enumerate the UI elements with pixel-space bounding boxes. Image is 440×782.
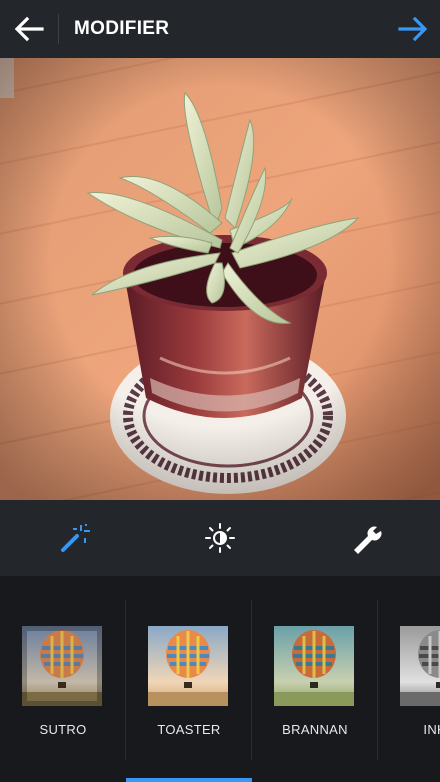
header-divider <box>58 14 59 44</box>
brightness-icon <box>205 523 235 553</box>
page-title: MODIFIER <box>74 18 170 39</box>
filter-thumbnail <box>148 626 228 706</box>
filter-thumbnail <box>274 626 354 706</box>
filter-label: BRANNAN <box>282 722 348 737</box>
filter-label: TOASTER <box>157 722 221 737</box>
filter-sutro[interactable]: SUTRO <box>0 576 126 782</box>
selected-filter-indicator <box>126 778 252 782</box>
filter-strip: SUTRO TOASTER BRANNAN IN <box>0 576 440 782</box>
back-button[interactable] <box>10 12 48 46</box>
magic-wand-icon <box>61 524 90 552</box>
next-button[interactable] <box>394 12 432 46</box>
filter-thumbnail <box>22 626 102 706</box>
filter-label: SUTRO <box>39 722 87 737</box>
filter-label: INKW <box>423 722 440 737</box>
filter-thumbnail <box>400 626 440 706</box>
filter-brannan[interactable]: BRANNAN <box>252 576 378 782</box>
lux-tab[interactable] <box>202 520 238 556</box>
wrench-icon <box>354 526 382 554</box>
filter-toaster[interactable]: TOASTER <box>126 576 252 782</box>
arrow-right-icon <box>398 16 428 42</box>
arrow-left-icon <box>14 16 44 42</box>
filter-tab[interactable] <box>56 520 92 556</box>
filter-inkwell[interactable]: INKW <box>378 576 440 782</box>
tools-tab[interactable] <box>348 520 384 556</box>
top-bar: MODIFIER <box>0 0 440 58</box>
edit-mode-toolbar <box>0 500 440 576</box>
photo-preview <box>0 58 440 500</box>
